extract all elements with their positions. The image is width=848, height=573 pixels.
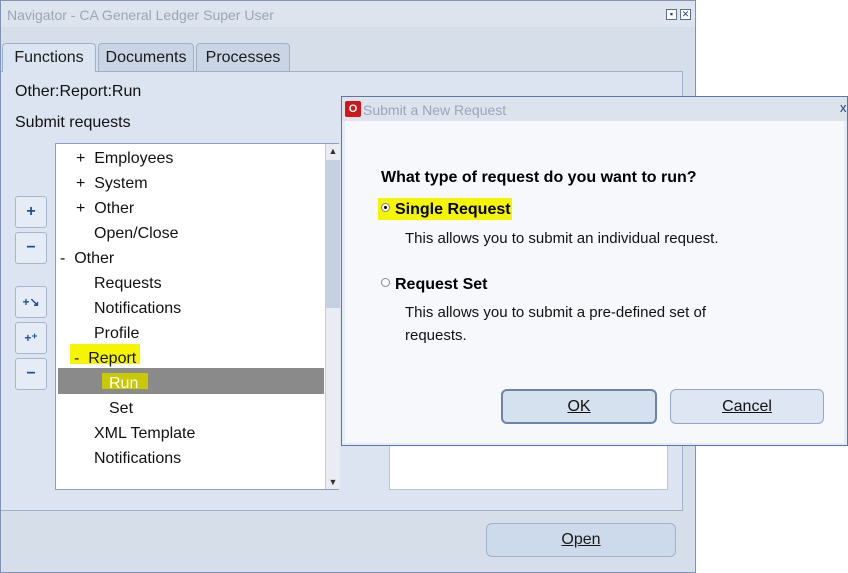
ok-button[interactable]: OK [501, 389, 657, 424]
tree-item[interactable]: Set [109, 396, 133, 421]
tree-item-label: Set [109, 400, 134, 417]
navigator-title: Navigator - CA General Ledger Super User [7, 7, 274, 23]
request-set-radio[interactable] [381, 278, 390, 287]
dialog-question: What type of request do you want to run? [381, 169, 697, 186]
open-button-label: Open [561, 531, 601, 548]
tree-item[interactable]: + Employees [76, 146, 173, 171]
tree-item-label: Open/Close [94, 225, 179, 242]
dialog-body: What type of request do you want to run?… [345, 121, 844, 443]
tree-item[interactable]: - Report [74, 346, 136, 371]
top-ten-list[interactable] [389, 443, 668, 490]
tree-item[interactable]: Profile [94, 321, 139, 346]
collapse-all-button[interactable]: − [15, 358, 47, 390]
dialog-close-icon[interactable]: x [840, 100, 847, 115]
tree-item-label: Report [88, 350, 137, 367]
scrollbar-thumb[interactable] [326, 160, 340, 308]
submit-request-dialog: O Submit a New Request x What type of re… [341, 96, 848, 446]
tree-expander[interactable]: - [74, 350, 79, 367]
single-request-radio[interactable] [381, 203, 390, 212]
collapse-button[interactable]: − [15, 232, 47, 264]
tab-documents[interactable]: Documents [98, 43, 194, 71]
tree-item-label: Notifications [94, 300, 182, 317]
ok-button-label: OK [567, 398, 591, 415]
navigator-titlebar: Navigator - CA General Ledger Super User… [1, 1, 695, 27]
request-set-description-line: This allows you to submit a pre-defined … [405, 304, 706, 321]
open-button[interactable]: Open [486, 523, 676, 557]
expand-button[interactable]: + [15, 196, 47, 228]
function-tree: + Employees + System + Other Open/Close … [55, 143, 340, 490]
cancel-button[interactable]: Cancel [670, 389, 824, 424]
tab-functions[interactable]: Functions [2, 43, 96, 72]
tab-processes[interactable]: Processes [196, 43, 290, 71]
tree-item[interactable]: Requests [94, 271, 162, 296]
scroll-up-icon[interactable]: ▲ [326, 144, 340, 158]
dialog-title: Submit a New Request [363, 102, 507, 118]
tree-expander[interactable]: - [60, 250, 65, 267]
tree-item-label: Profile [94, 325, 140, 342]
tree-item[interactable]: Notifications [94, 446, 181, 471]
tree-selection-highlight [58, 368, 324, 394]
tree-item[interactable]: Notifications [94, 296, 181, 321]
oracle-logo-icon: O [345, 101, 361, 117]
function-path: Other:Report:Run [15, 83, 142, 100]
tree-item-label: Other [74, 250, 115, 267]
expand-all-button[interactable]: +⁺ [15, 322, 47, 354]
expand-branch-button[interactable]: +↘ [15, 286, 47, 318]
tree-expander[interactable]: + [76, 200, 85, 217]
tree-item-label: Requests [94, 275, 162, 292]
cancel-button-label: Cancel [722, 398, 772, 415]
close-button[interactable]: ✕ [680, 9, 691, 20]
tree-item-label: Other [94, 200, 135, 217]
tree-item-label: System [94, 175, 148, 192]
single-request-description: This allows you to submit an individual … [405, 230, 719, 247]
tree-item-label: Notifications [94, 450, 182, 467]
tree-scrollbar[interactable]: ▲ ▼ [325, 144, 340, 489]
tree-expander[interactable]: + [76, 175, 85, 192]
tree-item-label: Employees [94, 150, 174, 167]
tree-item-label: XML Template [94, 425, 196, 442]
tree-item-label: Run [109, 375, 139, 392]
tree-item[interactable]: XML Template [94, 421, 195, 446]
tree-expander[interactable]: + [76, 150, 85, 167]
minimize-button[interactable]: ▪ [666, 9, 677, 20]
single-request-label[interactable]: Single Request [395, 201, 511, 219]
tree-item[interactable]: Open/Close [94, 221, 179, 246]
request-set-description: This allows you to submit a pre-defined … [405, 301, 706, 347]
request-set-label[interactable]: Request Set [395, 276, 487, 294]
tree-item[interactable]: + Other [76, 196, 134, 221]
scroll-down-icon[interactable]: ▼ [326, 475, 340, 489]
dialog-titlebar: O Submit a New Request x [342, 97, 847, 121]
tree-item[interactable]: + System [76, 171, 148, 196]
function-description: Submit requests [15, 114, 131, 131]
tree-item[interactable]: - Other [60, 246, 114, 271]
tree-item-selected[interactable]: Run [109, 371, 138, 396]
request-set-description-line: requests. [405, 327, 467, 344]
